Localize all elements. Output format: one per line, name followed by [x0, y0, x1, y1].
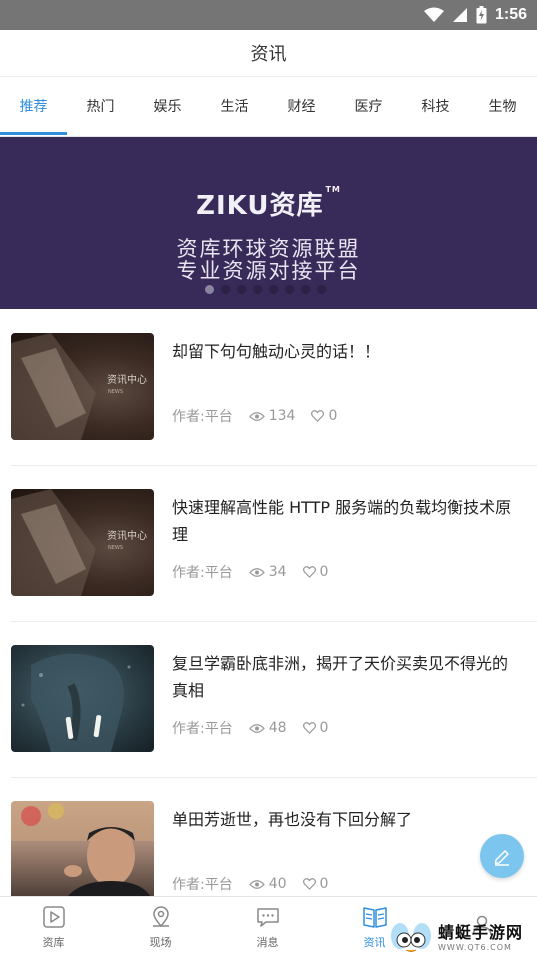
article-item[interactable]: 复旦学霸卧底非洲，揭开了天价买卖见不得光的真相 作者:平台 48 0	[0, 622, 537, 778]
heart-icon	[302, 878, 316, 890]
carousel-indicator	[205, 285, 326, 294]
eye-icon	[248, 567, 265, 577]
open-book-icon	[362, 906, 387, 928]
nav-label: 资讯	[363, 935, 386, 949]
nav-item-messages[interactable]: 消息	[214, 897, 321, 956]
tab-medical[interactable]: 医疗	[335, 77, 402, 135]
watermark-url: WWW.QT6.COM	[438, 943, 512, 952]
battery-icon	[476, 6, 487, 24]
nav-label: 现场	[149, 935, 172, 949]
eye-icon	[248, 723, 265, 733]
chat-bubble-icon	[256, 907, 279, 927]
like-count[interactable]: 0	[302, 564, 328, 580]
heart-icon	[302, 566, 316, 578]
carousel-dot[interactable]	[221, 285, 230, 294]
nav-item-live[interactable]: 现场	[107, 897, 214, 956]
compose-button[interactable]	[480, 834, 524, 878]
svg-text:资讯中心: 资讯中心	[107, 373, 147, 386]
status-time: 1:56	[494, 6, 527, 23]
view-count: 48	[248, 720, 287, 736]
watermark-title: 蜻蜓手游网	[438, 923, 524, 942]
like-count[interactable]: 0	[311, 408, 337, 424]
article-meta: 作者:平台 48 0	[172, 718, 328, 738]
news-center-image: 资讯中心 NEWS	[11, 333, 154, 440]
view-count: 134	[248, 408, 295, 424]
article-meta: 作者:平台 34 0	[172, 562, 328, 582]
carousel-dot[interactable]	[285, 285, 294, 294]
tab-entertainment[interactable]: 娱乐	[134, 77, 201, 135]
status-bar: 1:56	[0, 0, 537, 30]
dragonfly-mascot-icon	[391, 922, 431, 952]
tab-technology[interactable]: 科技	[402, 77, 469, 135]
article-title: 复旦学霸卧底非洲，揭开了天价买卖见不得光的真相	[172, 654, 509, 700]
app-header: 资讯	[0, 30, 537, 77]
carousel-dot[interactable]	[205, 285, 214, 294]
article-item[interactable]: 资讯中心 NEWS 却留下句句触动心灵的话！！ 作者:平台 134 0	[0, 310, 537, 466]
tab-finance[interactable]: 财经	[268, 77, 335, 135]
nav-label: 资库	[42, 935, 65, 949]
heart-icon	[311, 410, 325, 422]
eye-icon	[248, 411, 265, 421]
svg-text:NEWS: NEWS	[108, 389, 123, 395]
like-count[interactable]: 0	[302, 720, 328, 736]
article-author: 作者:平台	[172, 721, 233, 737]
carousel-dot[interactable]	[301, 285, 310, 294]
article-author: 作者:平台	[172, 877, 233, 893]
elephant-image	[11, 645, 154, 752]
view-count: 34	[248, 564, 287, 580]
nav-item-ziku[interactable]: 资库	[0, 897, 107, 956]
pencil-icon	[494, 850, 509, 866]
article-title: 却留下句句触动心灵的话！！	[172, 342, 381, 361]
carousel-dot[interactable]	[317, 285, 326, 294]
page-title: 资讯	[250, 44, 287, 65]
article-title: 快速理解高性能 HTTP 服务端的负载均衡技术原理	[172, 498, 512, 544]
svg-text:NEWS: NEWS	[108, 545, 123, 551]
wifi-icon	[423, 7, 444, 22]
carousel-dot[interactable]	[269, 285, 278, 294]
tab-recommended[interactable]: 推荐	[0, 77, 67, 135]
banner-logo: ZIKU资库TM	[196, 185, 341, 221]
tab-biology[interactable]: 生物	[469, 77, 536, 135]
banner-carousel[interactable]: ZIKU资库TM 资库环球资源联盟 专业资源对接平台	[0, 137, 537, 309]
tab-life[interactable]: 生活	[201, 77, 268, 135]
play-square-icon	[42, 905, 65, 928]
article-item[interactable]: 资讯中心 NEWS 快速理解高性能 HTTP 服务端的负载均衡技术原理 作者:平…	[0, 466, 537, 622]
article-title: 单田芳逝世，再也没有下回分解了	[172, 810, 413, 829]
carousel-dot[interactable]	[237, 285, 246, 294]
cellular-signal-icon	[452, 8, 467, 22]
banner-slogan-line2: 专业资源对接平台	[176, 259, 361, 283]
nav-label: 消息	[256, 935, 279, 949]
like-count[interactable]: 0	[302, 876, 328, 892]
article-meta: 作者:平台 134 0	[172, 406, 337, 426]
svg-text:资讯中心: 资讯中心	[107, 529, 147, 542]
article-author: 作者:平台	[172, 409, 233, 425]
heart-icon	[302, 722, 316, 734]
article-meta: 作者:平台 40 0	[172, 874, 328, 894]
eye-icon	[248, 879, 265, 889]
category-tabs: 推荐 热门 娱乐 生活 财经 医疗 科技 生物	[0, 77, 537, 137]
person-portrait-image	[11, 801, 154, 908]
active-tab-indicator	[0, 132, 67, 135]
watermark: 蜻蜓手游网 WWW.QT6.COM	[388, 915, 537, 956]
carousel-dot[interactable]	[253, 285, 262, 294]
view-count: 40	[248, 876, 287, 892]
location-pin-icon	[152, 905, 169, 927]
tab-hot[interactable]: 热门	[67, 77, 134, 135]
article-author: 作者:平台	[172, 565, 233, 581]
news-center-image: 资讯中心 NEWS	[11, 489, 154, 596]
